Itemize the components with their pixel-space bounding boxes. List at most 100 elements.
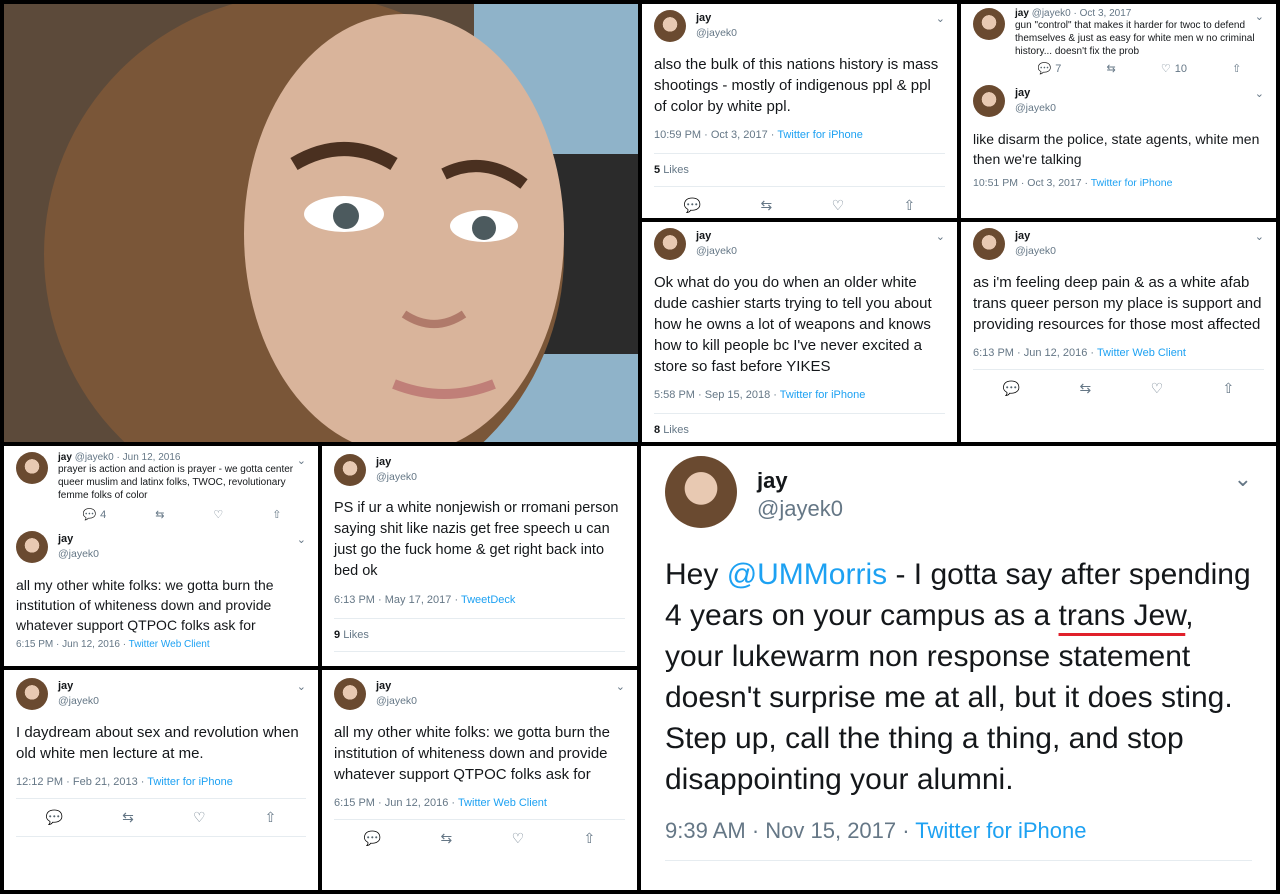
chevron-down-icon[interactable]: ⌄ (297, 533, 306, 546)
client-link[interactable]: Twitter for iPhone (1091, 177, 1173, 189)
client-link[interactable]: TweetDeck (461, 594, 515, 606)
client-link[interactable]: Twitter for iPhone (777, 129, 863, 141)
reply-icon[interactable]: 💬 (684, 197, 701, 214)
handle[interactable]: @jayek0 (757, 496, 843, 522)
chevron-down-icon[interactable]: ⌄ (1255, 230, 1264, 243)
retweet-icon[interactable]: ⇆ (441, 830, 453, 847)
tweet-panel-4: jay @jayek0 ⌄ as i'm feeling deep pain &… (961, 222, 1276, 442)
display-name[interactable]: jay (696, 12, 711, 24)
heart-icon[interactable]: ♡ (213, 508, 223, 521)
client-link[interactable]: Twitter for iPhone (780, 389, 866, 401)
display-name[interactable]: jay (58, 533, 73, 545)
chevron-down-icon[interactable]: ⌄ (1255, 10, 1264, 23)
display-name[interactable]: jay (58, 680, 73, 692)
timestamp: 10:59 PM · Oct 3, 2017 · (654, 129, 778, 141)
handle[interactable]: @jayek0 (696, 27, 737, 39)
display-name[interactable]: jay (757, 468, 788, 494)
client-link[interactable]: Twitter for iPhone (147, 776, 233, 788)
avatar[interactable] (973, 85, 1005, 117)
divider (665, 860, 1252, 861)
action-bar: 💬 ⇆ ♡ ⇧ (16, 798, 306, 837)
share-icon[interactable]: ⇧ (265, 809, 277, 826)
retweet-icon[interactable]: ⇆ (761, 197, 773, 214)
tweet-panel-featured: jay @jayek0 ⌄ Hey @UMMorris - I gotta sa… (641, 446, 1276, 890)
tweet-panel-1: jay @jayek0 ⌄ also the bulk of this nati… (642, 4, 957, 218)
tweet-panel-6: jay @jayek0 PS if ur a white nonjewish o… (322, 446, 637, 666)
chevron-down-icon[interactable]: ⌄ (1255, 87, 1264, 100)
avatar[interactable] (334, 454, 366, 486)
share-icon[interactable]: ⇧ (272, 508, 281, 521)
action-bar: 💬 4 ⇆ ♡ ⇧ (58, 502, 306, 527)
avatar[interactable] (665, 456, 737, 528)
avatar[interactable] (654, 228, 686, 260)
tweet-text: gun "control" that makes it harder for t… (1015, 20, 1255, 57)
tweet-panel-8: jay @jayek0 ⌄ all my other white folks: … (322, 670, 637, 890)
retweet-icon[interactable]: ⇆ (1080, 380, 1092, 397)
display-name[interactable]: jay (1015, 87, 1030, 99)
display-name[interactable]: jay (1015, 8, 1029, 19)
tweet-panel-2: jay @jayek0 · Oct 3, 2017 gun "control" … (961, 4, 1276, 218)
chevron-down-icon[interactable]: ⌄ (936, 12, 945, 25)
avatar[interactable] (654, 10, 686, 42)
mention-link[interactable]: @UMMorris (727, 558, 887, 591)
tweet-text: Ok what do you do when an older white du… (654, 274, 932, 375)
chevron-down-icon[interactable]: ⌄ (616, 680, 625, 693)
display-name[interactable]: jay (376, 456, 391, 468)
heart-icon[interactable]: ♡ (832, 197, 845, 214)
likes-count[interactable]: 8 Likes (654, 413, 945, 442)
chevron-down-icon[interactable]: ⌄ (1234, 466, 1252, 492)
tweet-text: I daydream about sex and revolution when… (16, 724, 299, 762)
display-name[interactable]: jay (1015, 230, 1030, 242)
handle[interactable]: @jayek0 (1015, 102, 1056, 114)
chevron-down-icon[interactable]: ⌄ (297, 454, 306, 467)
handle[interactable]: @jayek0 (58, 695, 99, 707)
reply-icon[interactable]: 💬 (1003, 380, 1020, 397)
heart-icon[interactable]: ♡ (512, 830, 525, 847)
avatar[interactable] (16, 678, 48, 710)
handle[interactable]: @jayek0 (58, 548, 99, 560)
client-link[interactable]: Twitter Web Client (458, 797, 547, 809)
likes-count[interactable]: 5 Likes (654, 153, 945, 187)
avatar[interactable] (973, 8, 1005, 40)
handle-date: @jayek0 · Oct 3, 2017 (1031, 8, 1132, 19)
reply-icon[interactable]: 💬 7 (1038, 62, 1062, 75)
display-name[interactable]: jay (58, 452, 72, 463)
action-bar: 💬 ⇆ ♡ ⇧ (334, 819, 625, 857)
chevron-down-icon[interactable]: ⌄ (936, 230, 945, 243)
avatar[interactable] (973, 228, 1005, 260)
retweet-icon[interactable]: ⇆ (122, 809, 134, 826)
display-name[interactable]: jay (696, 230, 711, 242)
tweet-meta: 5:58 PM · Sep 15, 2018 · Twitter for iPh… (654, 389, 866, 401)
avatar[interactable] (16, 531, 48, 563)
client-link[interactable]: Twitter Web Client (1097, 347, 1186, 359)
avatar[interactable] (334, 678, 366, 710)
handle[interactable]: @jayek0 (376, 471, 417, 483)
retweet-icon[interactable]: ⇆ (1107, 62, 1116, 75)
share-icon[interactable]: ⇧ (1232, 62, 1241, 75)
tweet-meta: 6:13 PM · May 17, 2017 · TweetDeck (334, 594, 516, 606)
reply-icon[interactable]: 💬 (364, 830, 381, 847)
tweet-text: like disarm the police, state agents, wh… (973, 131, 1260, 167)
share-icon[interactable]: ⇧ (904, 197, 916, 214)
heart-icon[interactable]: ♡ 10 (1161, 62, 1187, 75)
heart-icon[interactable]: ♡ (193, 809, 206, 826)
tweet-text: all my other white folks: we gotta burn … (334, 724, 610, 783)
client-link[interactable]: Twitter Web Client (129, 639, 210, 650)
action-bar: 💬 7 ⇆ ♡ 10 ⇧ (1015, 58, 1264, 79)
reply-icon[interactable]: 💬 4 (82, 508, 106, 521)
handle[interactable]: @jayek0 (376, 695, 417, 707)
share-icon[interactable]: ⇧ (584, 830, 596, 847)
likes-count[interactable]: 9 Likes (334, 618, 625, 652)
reply-icon[interactable]: 💬 (46, 809, 63, 826)
chevron-down-icon[interactable]: ⌄ (297, 680, 306, 693)
handle[interactable]: @jayek0 (1015, 245, 1056, 257)
retweet-icon[interactable]: ⇆ (155, 508, 164, 521)
client-link[interactable]: Twitter for iPhone (915, 818, 1086, 843)
action-bar: 💬 ⇆ ♡ ⇧ (973, 369, 1264, 407)
share-icon[interactable]: ⇧ (1223, 380, 1235, 397)
heart-icon[interactable]: ♡ (1151, 380, 1164, 397)
display-name[interactable]: jay (376, 680, 391, 692)
avatar[interactable] (16, 452, 48, 484)
handle[interactable]: @jayek0 (696, 245, 737, 257)
tweet-panel-7: jay @jayek0 ⌄ I daydream about sex and r… (4, 670, 318, 890)
